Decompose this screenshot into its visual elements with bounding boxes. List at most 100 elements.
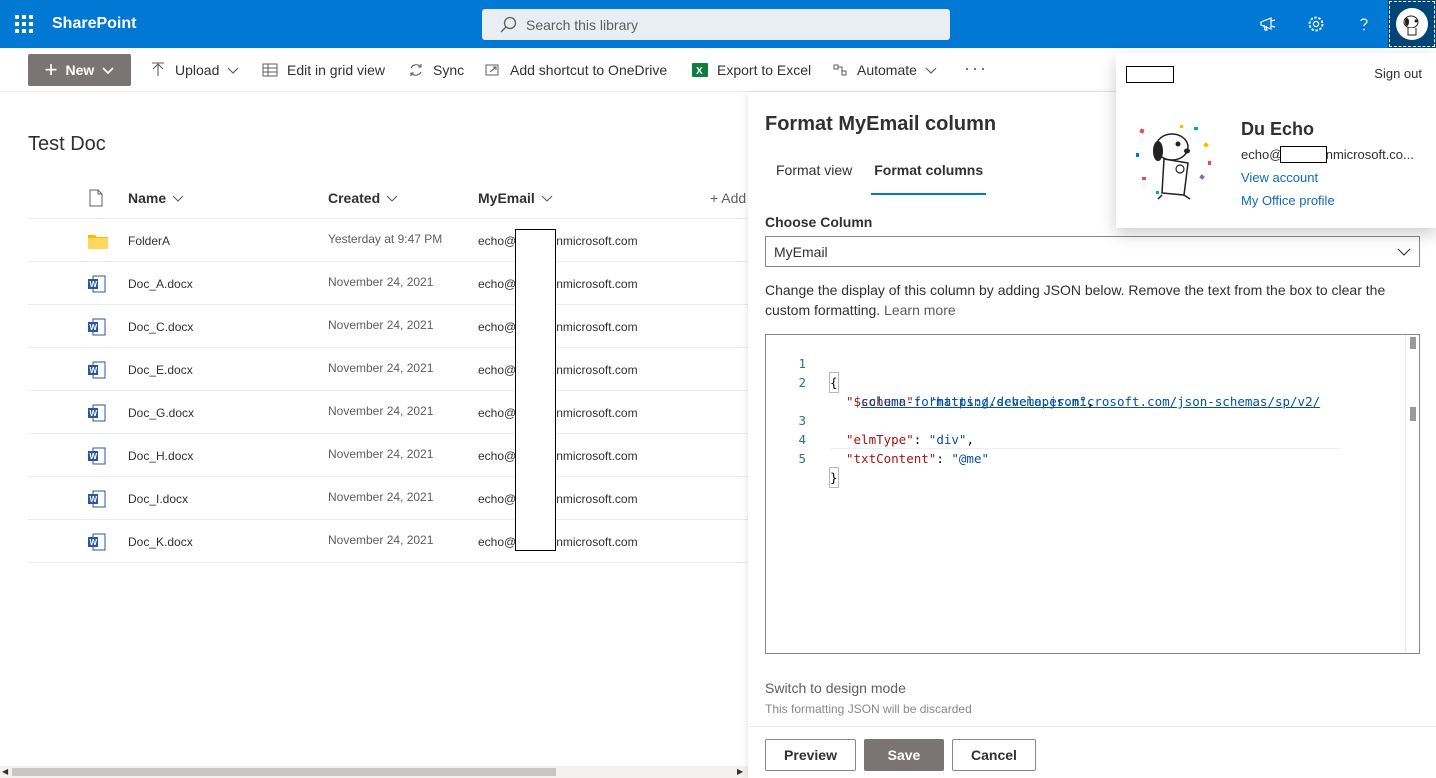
sign-out-link[interactable]: Sign out [1374,66,1422,81]
cell-email: echo@ onmicrosoft.com [478,448,638,463]
document-list: Name Created MyEmail + Add FolderA Yeste… [28,176,748,563]
add-shortcut-label: Add shortcut to OneDrive [510,62,668,78]
more-options-button[interactable]: ··· [964,48,988,92]
column-dropdown[interactable]: MyEmail [765,236,1420,267]
column-created-label: Created [328,189,381,206]
code-schema-value-cont[interactable]: column-formatting.schema.json" [861,394,1087,409]
export-excel-label: Export to Excel [717,62,812,78]
help-icon[interactable] [1340,0,1388,48]
table-row[interactable]: W Doc_K.docx November 24, 2021 echo@ onm… [28,520,748,563]
column-myemail-label: MyEmail [478,189,535,206]
word-doc-icon: W [88,434,106,477]
code-txtcontent-key: "txtContent" [846,451,937,466]
save-button[interactable]: Save [864,739,944,771]
scrollbar-thumb[interactable] [12,768,556,776]
svg-text:X: X [696,66,703,77]
table-row[interactable]: W Doc_E.docx November 24, 2021 echo@ onm… [28,348,748,391]
code-line: 2 "$schema": "https://developer.microsof… [766,354,1366,409]
app-name[interactable]: SharePoint [52,0,136,48]
code-elmtype-value: "div" [928,432,967,447]
sync-button[interactable]: Sync [408,48,464,92]
office-profile-link[interactable]: My Office profile [1241,193,1335,208]
table-row[interactable]: W Doc_A.docx November 24, 2021 echo@ onm… [28,262,748,305]
svg-text:W: W [90,280,98,289]
selected-column: MyEmail [774,243,828,260]
add-shortcut-button[interactable]: Add shortcut to OneDrive [485,48,667,92]
folder-icon [88,219,108,262]
account-flyout: Sign out Du Echo echo@ onmicrosoft.co...… [1116,53,1436,228]
sync-label: Sync [433,62,465,78]
horizontal-scrollbar[interactable]: ◀ ▶ [0,766,748,778]
cell-created: November 24, 2021 [328,360,434,375]
new-button[interactable]: + New [28,54,131,86]
code-line: 5 } [766,430,839,488]
column-header-created[interactable]: Created [328,176,398,219]
cell-name[interactable]: Doc_I.docx [128,477,188,520]
search-box[interactable] [482,9,950,40]
view-account-link[interactable]: View account [1241,170,1318,185]
scrollbar-thumb[interactable] [1410,337,1416,349]
svg-text:W: W [90,495,98,504]
waffle-icon[interactable] [0,0,48,48]
add-column-button[interactable]: + Add [710,176,748,219]
code-line: 3 "elmType": "div", [766,392,974,447]
cell-name[interactable]: FolderA [128,219,170,262]
chevron-down-icon [925,67,937,74]
tab-format-view[interactable]: Format view [765,158,863,190]
chevron-down-icon [541,195,553,202]
cell-name[interactable]: Doc_K.docx [128,520,193,563]
svg-text:W: W [90,452,98,461]
table-row[interactable]: W Doc_I.docx November 24, 2021 echo@ onm… [28,477,748,520]
edit-grid-button[interactable]: Edit in grid view [262,48,385,92]
cancel-button[interactable]: Cancel [952,739,1036,771]
account-name: Du Echo [1241,119,1315,139]
switch-design-mode-link[interactable]: Switch to design mode [765,680,906,696]
automate-label: Automate [857,62,917,78]
upload-label: Upload [175,62,220,78]
editor-scrollbar[interactable] [1405,335,1419,653]
table-row[interactable]: W Doc_C.docx November 24, 2021 echo@ onm… [28,305,748,348]
new-button-label: New [65,62,95,78]
code-line: 4 "txtContent": "@me" [766,411,989,466]
redaction-box [515,229,556,551]
word-doc-icon: W [88,391,106,434]
plus-icon: + [44,57,58,82]
cell-created: November 24, 2021 [328,489,434,504]
table-row[interactable]: W Doc_G.docx November 24, 2021 echo@ onm… [28,391,748,434]
account-email: echo@ onmicrosoft.co... [1241,147,1414,162]
export-excel-button[interactable]: X Export to Excel [692,48,811,92]
cell-name[interactable]: Doc_A.docx [128,262,193,305]
upload-button[interactable]: Upload [150,48,239,92]
preview-button[interactable]: Preview [765,739,856,771]
code-line: 1 { [766,335,839,393]
column-header-name[interactable]: Name [128,176,184,219]
learn-more-link[interactable]: Learn more [884,302,956,318]
excel-icon: X [692,63,708,77]
json-code-editor[interactable]: 1 { 2 "$schema": "https://developer.micr… [765,334,1420,654]
cell-name[interactable]: Doc_H.docx [128,434,193,477]
code-line: column-formatting.schema.json", [766,373,1094,409]
word-doc-icon: W [88,477,106,520]
account-button[interactable] [1388,0,1436,48]
column-header-myemail[interactable]: MyEmail [478,176,553,219]
code-elmtype-line: "elmType": "div", [846,432,974,447]
tab-format-columns[interactable]: Format columns [863,158,994,195]
cell-name[interactable]: Doc_C.docx [128,305,193,348]
gear-icon[interactable] [1292,0,1340,48]
table-row[interactable]: FolderA Yesterday at 9:47 PM echo@ onmic… [28,219,748,262]
redaction-box [1126,66,1174,83]
file-type-icon[interactable] [88,176,104,219]
list-header: Name Created MyEmail + Add [28,176,748,219]
search-input[interactable] [526,16,926,33]
choose-column-label: Choose Column [765,214,873,230]
grid-icon [262,63,278,77]
automate-button[interactable]: Automate [832,48,937,92]
cell-email: echo@ onmicrosoft.com [478,491,638,506]
scroll-right-icon[interactable]: ▶ [737,766,743,778]
chevron-down-icon [386,195,398,202]
scroll-left-icon[interactable]: ◀ [2,766,8,778]
megaphone-icon[interactable] [1244,0,1292,48]
cell-name[interactable]: Doc_E.docx [128,348,193,391]
table-row[interactable]: W Doc_H.docx November 24, 2021 echo@ onm… [28,434,748,477]
cell-name[interactable]: Doc_G.docx [128,391,194,434]
